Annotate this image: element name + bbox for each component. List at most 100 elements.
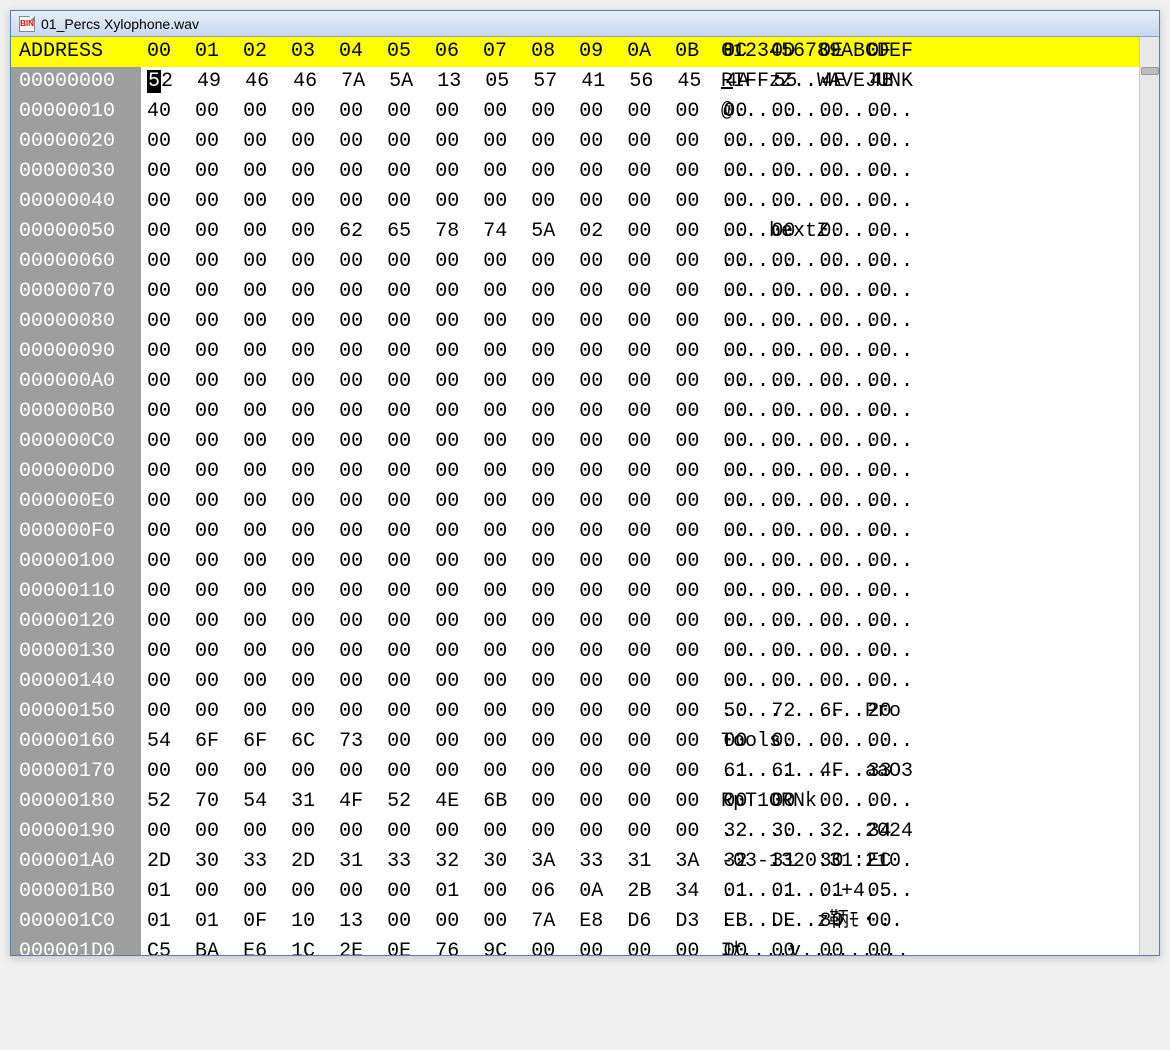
ascii-cell[interactable]: ................ xyxy=(721,517,1121,547)
hex-row[interactable]: 0000011000 00 00 00 00 00 00 00 00 00 00… xyxy=(11,577,1159,607)
ascii-cell[interactable]: ................ xyxy=(721,307,1121,337)
hex-row[interactable]: 0000008000 00 00 00 00 00 00 00 00 00 00… xyxy=(11,307,1159,337)
hex-row[interactable]: 000000B000 00 00 00 00 00 00 00 00 00 00… xyxy=(11,397,1159,427)
hex-bytes[interactable]: 00 00 00 00 00 00 00 00 00 00 00 00 61 6… xyxy=(141,757,681,787)
ascii-cell[interactable]: ................ xyxy=(721,157,1121,187)
address-cell: 000001B0 xyxy=(11,877,141,907)
hex-bytes[interactable]: 00 00 00 00 00 00 00 00 00 00 00 00 00 0… xyxy=(141,187,681,217)
ascii-cell[interactable]: RIFFzZ..WAVEJUNK xyxy=(721,67,1121,97)
hex-bytes[interactable]: 01 00 00 00 00 00 01 00 06 0A 2B 34 01 0… xyxy=(141,877,681,907)
hex-bytes[interactable]: C5 BA E6 1C 2E 0E 76 9C 00 00 00 00 00 0… xyxy=(141,937,681,955)
hex-row[interactable]: 000000E000 00 00 00 00 00 00 00 00 00 00… xyxy=(11,487,1159,517)
ascii-cell[interactable]: -03-1320:31:210. xyxy=(721,847,1121,877)
hex-bytes[interactable]: 00 00 00 00 00 00 00 00 00 00 00 00 00 0… xyxy=(141,397,681,427)
ascii-cell[interactable]: ................ xyxy=(721,277,1121,307)
hex-row[interactable]: 000001C001 01 0F 10 13 00 00 00 7A E8 D6… xyxy=(11,907,1159,937)
ascii-cell[interactable]: ................ xyxy=(721,187,1121,217)
ascii-cell[interactable]: ................ xyxy=(721,637,1121,667)
hex-bytes[interactable]: 00 00 00 00 00 00 00 00 00 00 00 00 00 0… xyxy=(141,607,681,637)
ascii-cell[interactable]: Tools........... xyxy=(721,727,1121,757)
ascii-cell[interactable]: ｺﾅ....v......... xyxy=(721,937,1121,955)
ascii-cell[interactable]: ............Pro xyxy=(721,697,1121,727)
ascii-cell[interactable]: ................ xyxy=(721,577,1121,607)
hex-row[interactable]: 0000001040 00 00 00 00 00 00 00 00 00 00… xyxy=(11,97,1159,127)
ascii-cell[interactable]: ................ xyxy=(721,127,1121,157)
ascii-cell[interactable]: ................ xyxy=(721,427,1121,457)
ascii-cell[interactable]: ................ xyxy=(721,247,1121,277)
hex-row[interactable]: 0000014000 00 00 00 00 00 00 00 00 00 00… xyxy=(11,667,1159,697)
ascii-cell[interactable]: ........z鞆ﾓ・.. xyxy=(721,907,1121,937)
ascii-cell[interactable]: ................ xyxy=(721,457,1121,487)
ascii-cell[interactable]: ................ xyxy=(721,547,1121,577)
hex-row[interactable]: 0000005000 00 00 00 62 65 78 74 5A 02 00… xyxy=(11,217,1159,247)
hex-bytes[interactable]: 00 00 00 00 00 00 00 00 00 00 00 00 00 0… xyxy=(141,427,681,457)
hex-row[interactable]: 000000F000 00 00 00 00 00 00 00 00 00 00… xyxy=(11,517,1159,547)
hex-row[interactable]: 0000013000 00 00 00 00 00 00 00 00 00 00… xyxy=(11,637,1159,667)
ascii-cell[interactable]: RpT1ORNk........ xyxy=(721,787,1121,817)
ascii-cell[interactable]: ............aaO3 xyxy=(721,757,1121,787)
ascii-cell[interactable]: ..........+4.... xyxy=(721,877,1121,907)
hex-bytes[interactable]: 00 00 00 00 00 00 00 00 00 00 00 00 00 0… xyxy=(141,157,681,187)
address-cell: 00000010 xyxy=(11,97,141,127)
scrollbar-thumb[interactable] xyxy=(1141,67,1159,75)
ascii-cell[interactable]: ....bextZ....... xyxy=(721,217,1121,247)
hex-row[interactable]: 0000007000 00 00 00 00 00 00 00 00 00 00… xyxy=(11,277,1159,307)
titlebar[interactable]: BIN 01_Percs Xylophone.wav xyxy=(11,11,1159,37)
ascii-cell[interactable]: ................ xyxy=(721,397,1121,427)
hex-row[interactable]: 0000000052 49 46 46 7A 5A 13 05 57 41 56… xyxy=(11,67,1159,97)
hex-row[interactable]: 000001A02D 30 33 2D 31 33 32 30 3A 33 31… xyxy=(11,847,1159,877)
ascii-cell[interactable]: @............... xyxy=(721,97,1121,127)
hex-bytes[interactable]: 00 00 00 00 00 00 00 00 00 00 00 00 00 0… xyxy=(141,247,681,277)
hex-bytes[interactable]: 00 00 00 00 00 00 00 00 00 00 00 00 32 3… xyxy=(141,817,681,847)
hex-bytes[interactable]: 01 01 0F 10 13 00 00 00 7A E8 D6 D3 EB D… xyxy=(141,907,681,937)
hex-bytes[interactable]: 00 00 00 00 00 00 00 00 00 00 00 00 50 7… xyxy=(141,697,681,727)
hex-row[interactable]: 000000A000 00 00 00 00 00 00 00 00 00 00… xyxy=(11,367,1159,397)
hex-bytes[interactable]: 00 00 00 00 00 00 00 00 00 00 00 00 00 0… xyxy=(141,577,681,607)
row-gap xyxy=(681,247,721,277)
ascii-cell[interactable]: ............2024 xyxy=(721,817,1121,847)
ascii-cell[interactable]: ................ xyxy=(721,337,1121,367)
hex-view[interactable]: ADDRESS00 01 02 03 04 05 06 07 08 09 0A … xyxy=(11,37,1159,955)
hex-bytes[interactable]: 00 00 00 00 00 00 00 00 00 00 00 00 00 0… xyxy=(141,127,681,157)
hex-bytes[interactable]: 52 70 54 31 4F 52 4E 6B 00 00 00 00 00 0… xyxy=(141,787,681,817)
ascii-cell[interactable]: ................ xyxy=(721,607,1121,637)
hex-bytes[interactable]: 00 00 00 00 00 00 00 00 00 00 00 00 00 0… xyxy=(141,517,681,547)
hex-row[interactable]: 0000016054 6F 6F 6C 73 00 00 00 00 00 00… xyxy=(11,727,1159,757)
row-gap xyxy=(681,577,721,607)
hex-bytes[interactable]: 00 00 00 00 00 00 00 00 00 00 00 00 00 0… xyxy=(141,337,681,367)
ascii-cell[interactable]: ................ xyxy=(721,367,1121,397)
hex-row[interactable]: 000000D000 00 00 00 00 00 00 00 00 00 00… xyxy=(11,457,1159,487)
hex-row[interactable]: 0000017000 00 00 00 00 00 00 00 00 00 00… xyxy=(11,757,1159,787)
hex-bytes[interactable]: 00 00 00 00 00 00 00 00 00 00 00 00 00 0… xyxy=(141,457,681,487)
hex-bytes[interactable]: 00 00 00 00 00 00 00 00 00 00 00 00 00 0… xyxy=(141,367,681,397)
hex-bytes[interactable]: 00 00 00 00 00 00 00 00 00 00 00 00 00 0… xyxy=(141,277,681,307)
ascii-cell[interactable]: ................ xyxy=(721,487,1121,517)
hex-row[interactable]: 0000004000 00 00 00 00 00 00 00 00 00 00… xyxy=(11,187,1159,217)
hex-bytes[interactable]: 00 00 00 00 00 00 00 00 00 00 00 00 00 0… xyxy=(141,487,681,517)
hex-bytes[interactable]: 00 00 00 00 00 00 00 00 00 00 00 00 00 0… xyxy=(141,547,681,577)
vertical-scrollbar[interactable] xyxy=(1139,37,1159,955)
hex-bytes[interactable]: 00 00 00 00 00 00 00 00 00 00 00 00 00 0… xyxy=(141,667,681,697)
hex-bytes[interactable]: 00 00 00 00 62 65 78 74 5A 02 00 00 00 0… xyxy=(141,217,681,247)
hex-bytes[interactable]: 40 00 00 00 00 00 00 00 00 00 00 00 00 0… xyxy=(141,97,681,127)
hex-row[interactable]: 000001D0C5 BA E6 1C 2E 0E 76 9C 00 00 00… xyxy=(11,937,1159,955)
hex-row[interactable]: 0000003000 00 00 00 00 00 00 00 00 00 00… xyxy=(11,157,1159,187)
hex-row[interactable]: 0000009000 00 00 00 00 00 00 00 00 00 00… xyxy=(11,337,1159,367)
hex-row[interactable]: 0000015000 00 00 00 00 00 00 00 00 00 00… xyxy=(11,697,1159,727)
hex-bytes[interactable]: 52 49 46 46 7A 5A 13 05 57 41 56 45 4A 5… xyxy=(141,67,681,97)
hex-row[interactable]: 0000018052 70 54 31 4F 52 4E 6B 00 00 00… xyxy=(11,787,1159,817)
ascii-cell[interactable]: ................ xyxy=(721,667,1121,697)
hex-bytes[interactable]: 2D 30 33 2D 31 33 32 30 3A 33 31 3A 32 3… xyxy=(141,847,681,877)
hex-row[interactable]: 0000019000 00 00 00 00 00 00 00 00 00 00… xyxy=(11,817,1159,847)
hex-row[interactable]: 0000002000 00 00 00 00 00 00 00 00 00 00… xyxy=(11,127,1159,157)
hex-row[interactable]: 0000006000 00 00 00 00 00 00 00 00 00 00… xyxy=(11,247,1159,277)
hex-row[interactable]: 0000010000 00 00 00 00 00 00 00 00 00 00… xyxy=(11,547,1159,577)
hex-row[interactable]: 000000C000 00 00 00 00 00 00 00 00 00 00… xyxy=(11,427,1159,457)
hex-bytes[interactable]: 54 6F 6F 6C 73 00 00 00 00 00 00 00 00 0… xyxy=(141,727,681,757)
hex-bytes[interactable]: 00 00 00 00 00 00 00 00 00 00 00 00 00 0… xyxy=(141,637,681,667)
row-gap xyxy=(681,157,721,187)
hex-bytes[interactable]: 00 00 00 00 00 00 00 00 00 00 00 00 00 0… xyxy=(141,307,681,337)
cursor[interactable]: 5 xyxy=(147,70,161,93)
hex-row[interactable]: 0000012000 00 00 00 00 00 00 00 00 00 00… xyxy=(11,607,1159,637)
hex-row[interactable]: 000001B001 00 00 00 00 00 01 00 06 0A 2B… xyxy=(11,877,1159,907)
